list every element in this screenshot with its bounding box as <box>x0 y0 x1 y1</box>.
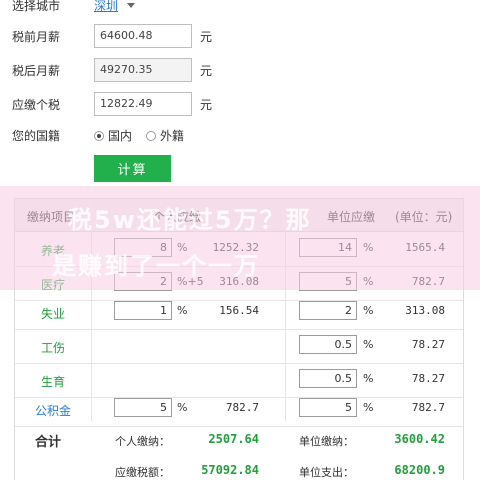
employer-rate-input[interactable]: 2 <box>299 301 357 320</box>
employer-expense-value: 68200.9 <box>394 463 445 477</box>
pretax-label: 税前月薪 <box>12 29 61 44</box>
employer-amount: 782.7 <box>411 275 445 288</box>
employer-total-value: 3600.42 <box>394 432 445 446</box>
taxable-label: 应缴税额： <box>115 466 170 479</box>
table-row: 公积金 5 % 782.7 5 % 782.7 <box>15 392 463 427</box>
city-select-link[interactable]: 深圳 <box>94 0 118 14</box>
employer-amount: 1565.4 <box>405 241 445 254</box>
employer-rate-input[interactable]: 0.5 <box>299 335 357 354</box>
pretax-salary-input[interactable]: 64600.48 <box>94 24 192 48</box>
tax-field: 12822.49 <box>94 92 192 116</box>
watermark-line-1: 税5w还能过5万？那 <box>68 206 312 234</box>
employer-rate-unit: % <box>363 372 374 385</box>
table-row: 工伤 0.5 % 78.27 <box>15 329 463 364</box>
employer-rate-input[interactable]: 14 <box>299 238 357 257</box>
employer-rate-input[interactable]: 5 <box>299 272 357 291</box>
personal-total-label: 个人缴纳： <box>115 435 170 448</box>
radio-unchecked-icon[interactable] <box>146 131 157 141</box>
tax-row: 应缴个税 12822.49 元 <box>12 92 212 116</box>
personal-amount: 782.7 <box>225 401 259 414</box>
result-table: 缴纳项目 个人应缴 单位应缴 (单位：元) 养老 8 % 1252.32 14 … <box>14 198 464 480</box>
table-row: 失业 1 % 156.54 2 % 313.08 <box>15 295 463 330</box>
row-label: 工伤 <box>40 341 65 355</box>
watermark-line-2: 是赚到了一个一万 <box>52 252 260 280</box>
employer-rate-unit: % <box>363 241 374 254</box>
aftertax-unit: 元 <box>200 63 213 78</box>
employer-expense-label: 单位支出： <box>299 466 354 479</box>
nationality-label: 您的国籍 <box>12 129 61 143</box>
radio-checked-icon[interactable] <box>94 131 104 141</box>
employer-total-label: 单位缴纳： <box>299 435 354 448</box>
tax-unit: 元 <box>200 97 213 112</box>
employer-rate-unit: % <box>363 304 374 317</box>
total-label: 合计 <box>35 435 62 450</box>
nationality-row: 您的国籍 国内 外籍 <box>12 127 198 144</box>
employer-amount: 78.27 <box>411 338 445 351</box>
personal-total-value: 2507.64 <box>208 432 259 446</box>
employer-rate-unit: % <box>363 338 374 351</box>
employer-rate-input[interactable]: 0.5 <box>299 369 357 388</box>
tax-label: 应缴个税 <box>12 97 61 112</box>
personal-rate-input[interactable]: 5 <box>114 398 172 417</box>
aftertax-salary-field: 49270.35 <box>94 58 192 82</box>
pretax-unit: 元 <box>200 29 213 44</box>
employer-amount: 782.7 <box>411 401 445 414</box>
employer-amount: 78.27 <box>411 372 445 385</box>
chevron-down-icon[interactable] <box>127 3 136 8</box>
city-row: 选择城市 深圳 <box>12 0 136 14</box>
personal-amount: 156.54 <box>219 304 259 317</box>
row-label: 生育 <box>40 375 65 389</box>
aftertax-row: 税后月薪 49270.35 元 <box>12 58 212 82</box>
row-label: 失业 <box>40 307 65 321</box>
personal-rate-unit: % <box>177 304 188 317</box>
nationality-domestic-option[interactable]: 国内 <box>94 127 132 144</box>
employer-rate-input[interactable]: 5 <box>299 398 357 417</box>
employer-rate-unit: % <box>363 401 374 414</box>
city-label: 选择城市 <box>12 0 61 13</box>
nationality-foreign-option[interactable]: 外籍 <box>146 127 184 144</box>
employer-rate-unit: % <box>363 275 374 288</box>
taxable-value: 57092.84 <box>201 463 259 477</box>
header-unit-note: (单位：元) <box>395 210 453 224</box>
personal-rate-input[interactable]: 1 <box>114 301 172 320</box>
header-employer: 单位应缴 <box>327 210 376 224</box>
calculate-button[interactable]: 计算 <box>94 155 171 182</box>
row-label-link[interactable]: 公积金 <box>15 402 91 419</box>
domestic-label: 国内 <box>108 129 133 143</box>
personal-rate-unit: % <box>177 401 188 414</box>
foreign-label: 外籍 <box>160 129 185 143</box>
aftertax-label: 税后月薪 <box>12 63 61 78</box>
employer-amount: 313.08 <box>405 304 445 317</box>
pretax-row: 税前月薪 64600.48 元 <box>12 24 212 48</box>
